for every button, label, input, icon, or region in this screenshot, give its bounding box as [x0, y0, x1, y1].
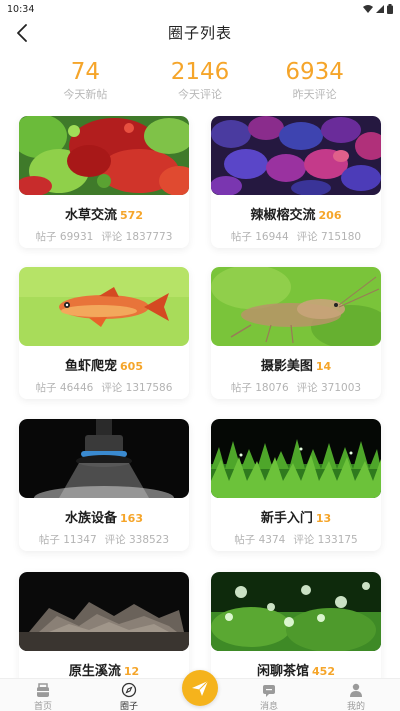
- tab-circles[interactable]: 圈子: [99, 682, 159, 711]
- circle-name: 鱼虾爬宠: [65, 359, 118, 374]
- circle-stats: 帖子 46446 评论 1317586: [19, 380, 189, 395]
- stat-comments-yesterday: 6934 昨天评论: [270, 58, 360, 102]
- circle-count: 12: [123, 665, 140, 678]
- circle-count: 206: [318, 209, 342, 222]
- circle-card-aquatic-plants[interactable]: 水草交流 572 帖子 69931 评论 1837773: [19, 116, 189, 248]
- stat-comments-today: 2146 今天评论: [155, 58, 245, 102]
- circle-name: 摄影美图: [260, 359, 313, 374]
- stat-label: 昨天评论: [292, 88, 337, 101]
- stat-value: 74: [70, 59, 100, 85]
- circle-image-aquatic-plants: [19, 116, 189, 195]
- circle-name: 辣椒榕交流: [250, 208, 316, 223]
- circle-card-shrimp[interactable]: 摄影美图 14 帖子 18076 评论 371003: [211, 267, 381, 399]
- circle-posts: 帖子 11347: [38, 534, 97, 546]
- stat-value: 2146: [170, 59, 230, 85]
- circle-posts: 帖子 46446: [35, 382, 94, 394]
- circle-posts: 帖子 18076: [230, 382, 289, 394]
- tab-label: 我的: [346, 702, 365, 711]
- circle-comments: 评论 133175: [293, 534, 358, 546]
- circle-image-aquarium-light: [19, 419, 189, 498]
- circle-card-grass-carpet[interactable]: 新手入门 13 帖子 4374 评论 133175: [211, 419, 381, 551]
- stat-new-posts-today: 74 今天新帖: [40, 58, 130, 102]
- circle-image-grass-carpet: [211, 419, 381, 498]
- circle-stats: 帖子 4374 评论 133175: [211, 532, 381, 547]
- circle-name: 新手入门: [260, 511, 313, 526]
- circle-posts: 帖子 69931: [35, 231, 94, 243]
- circle-stats: 帖子 18076 评论 371003: [211, 380, 381, 395]
- circle-count: 572: [120, 209, 143, 222]
- circle-title: 原生溪流 12: [19, 660, 189, 678]
- circle-image-bubbles-plants: [211, 572, 381, 651]
- circle-image-stream-rocks: [19, 572, 189, 651]
- tab-label: 圈子: [119, 702, 138, 711]
- status-bar: 10:34: [0, 0, 400, 18]
- circle-title: 鱼虾爬宠 605: [19, 355, 189, 374]
- circle-image-bucephalandra: [211, 116, 381, 195]
- circle-count: 452: [312, 665, 335, 678]
- circle-comments: 评论 371003: [296, 382, 362, 394]
- circle-count: 13: [315, 512, 332, 525]
- compass-icon: [121, 682, 137, 698]
- page-title: 圈子列表: [167, 24, 232, 42]
- circle-comments: 评论 715180: [296, 231, 362, 243]
- battery-icon: [387, 4, 393, 14]
- circle-posts: 帖子 16944: [230, 231, 289, 243]
- circle-title: 辣椒榕交流 206: [211, 204, 381, 223]
- circle-grid: 水草交流572 帖子 69931评论 1837773 辣椒榕交流206 帖: [0, 116, 400, 678]
- message-icon: [263, 685, 275, 697]
- status-time: 10:34: [7, 3, 35, 15]
- paper-plane-icon: [192, 680, 209, 696]
- circle-count: 14: [315, 360, 332, 373]
- circle-comments: 评论 1317586: [101, 382, 173, 394]
- circle-name: 闲聊茶馆: [257, 664, 310, 678]
- circle-card-stream-rocks[interactable]: 原生溪流 12: [19, 572, 189, 678]
- circle-name: 原生溪流: [68, 664, 121, 678]
- circle-comments: 评论 1837773: [101, 231, 173, 243]
- circle-card-red-fish[interactable]: 鱼虾爬宠 605 帖子 46446 评论 1317586: [19, 267, 189, 399]
- status-icons: [363, 4, 393, 14]
- user-icon: [350, 683, 362, 697]
- circle-title: 水族设备 163: [19, 507, 189, 526]
- circle-name: 水草交流: [65, 208, 118, 223]
- stat-value: 6934: [285, 59, 344, 85]
- tab-label: 消息: [259, 702, 278, 711]
- circle-title: 闲聊茶馆 452: [211, 660, 381, 678]
- post-button[interactable]: [182, 670, 218, 706]
- circle-image-red-fish: [19, 267, 189, 346]
- tab-label: 首页: [33, 702, 52, 711]
- circle-posts: 帖子 4374: [234, 534, 286, 546]
- circle-title: 水草交流 572: [19, 204, 189, 223]
- stats-summary: 74 今天新帖 2146 今天评论 6934 昨天评论: [0, 58, 400, 102]
- circle-card-bucephalandra[interactable]: 辣椒榕交流 206 帖子 16944 评论 715180: [211, 116, 381, 248]
- stat-label: 今天评论: [177, 88, 222, 101]
- circle-name: 水族设备: [65, 511, 118, 526]
- circle-stats: 帖子 69931 评论 1837773: [19, 229, 189, 244]
- wifi-icon: [363, 5, 373, 13]
- circle-stats: 帖子 11347 评论 338523: [19, 532, 189, 547]
- header: 圈子列表: [0, 18, 400, 48]
- circle-count: 163: [120, 512, 143, 525]
- circle-card-bubbles-plants[interactable]: 闲聊茶馆 452: [211, 572, 381, 678]
- home-icon: [37, 683, 49, 697]
- circle-card-aquarium-light[interactable]: 水族设备 163 帖子 11347 评论 338523: [19, 419, 189, 551]
- stat-label: 今天新帖: [63, 88, 108, 101]
- tab-messages[interactable]: 消息: [239, 682, 299, 711]
- circle-title: 摄影美图 14: [211, 355, 381, 374]
- circle-comments: 评论 338523: [104, 534, 170, 546]
- circle-stats: 帖子 16944 评论 715180: [211, 229, 381, 244]
- tab-mine[interactable]: 我的: [326, 682, 386, 711]
- circle-image-shrimp: [211, 267, 381, 346]
- tab-home[interactable]: 首页: [13, 682, 73, 711]
- signal-icon: [376, 5, 384, 13]
- circle-count: 605: [120, 360, 143, 373]
- circle-title: 新手入门 13: [211, 507, 381, 526]
